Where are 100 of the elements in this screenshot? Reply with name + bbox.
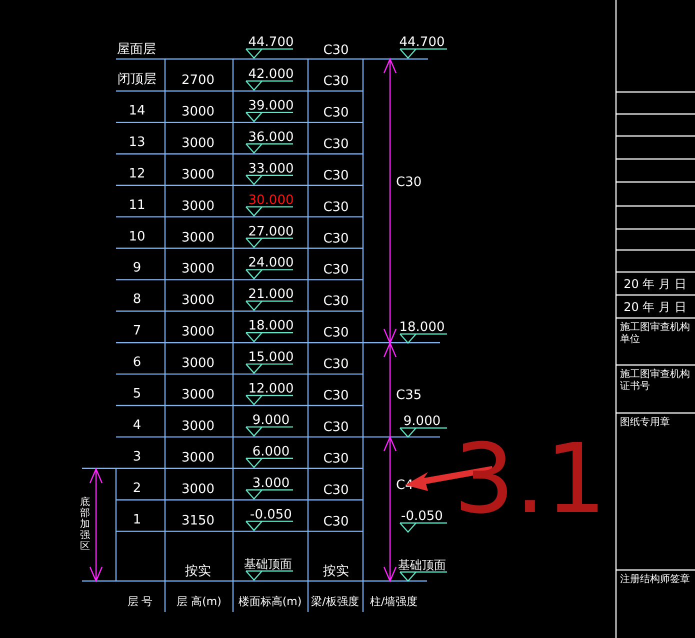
floor-label: 6 [132,355,142,370]
elevation-value: 18.000 [399,320,445,335]
elevation-marker-icon [246,300,293,312]
grade-value: C30 [323,514,349,530]
floor-height: 3000 [181,293,215,308]
floor-label: 9 [132,260,142,276]
elevation-marker-icon [400,522,447,533]
elevation-marker-icon [400,571,447,582]
elevation-value: -0.050 [250,507,292,522]
grade-value: C30 [323,357,349,372]
elevation-value: 基础顶面 [244,557,292,571]
title-block-note: 施工图审查机构证书号 [620,369,691,393]
elevation-marker-icon [246,80,293,91]
grade-value: C30 [323,262,349,278]
elevation-marker-icon [246,570,293,581]
elevation-value: 44.700 [399,35,445,50]
floor-label: 3 [132,449,142,464]
grade-value: C30 [323,74,349,89]
elevation-marker-icon [246,458,293,468]
elevation-value: 12.000 [248,382,294,396]
elevation-value: 36.000 [248,130,294,145]
floor-label: 5 [132,386,142,402]
grade-value: C30 [323,43,349,58]
grade-value: C30 [323,168,349,184]
grade-value: C30 [396,175,422,190]
floor-label: 14 [128,103,146,118]
elevation-marker-icon [246,426,293,437]
elevation-value: -0.050 [401,509,443,524]
elevation-marker-icon [246,143,293,154]
column-header: 梁/板强度 [311,595,359,608]
elevation-marker-icon [246,332,293,342]
floor-height: 3000 [181,324,215,340]
floor-height: 3000 [181,388,215,402]
column-header: 柱/墙强度 [370,595,418,608]
column-header: 层 高(m) [176,595,222,608]
elevation-value: 基础顶面 [398,558,446,572]
elevation-value: 18.000 [248,318,294,334]
floor-height: 3150 [181,513,215,528]
grade-value: C30 [323,326,349,341]
date-field: 20 年 月 日 [624,300,686,314]
floor-label: 1 [132,512,142,528]
elevation-value: 15.000 [248,350,294,366]
floor-height: 3000 [181,167,215,182]
floor-height: 3000 [181,198,215,214]
title-block-note: 施工图审查机构单位 [620,322,691,346]
elevation-marker-icon [246,520,293,532]
floor-height: 按实 [185,564,211,579]
column-header: 层 号 [127,595,153,608]
elevation-value: 27.000 [248,224,294,240]
grade-value: C30 [323,451,349,466]
elevation-marker-icon [246,269,293,280]
elevation-marker-icon [400,48,447,59]
floor-height: 2700 [181,73,215,88]
floor-label: 13 [128,134,146,150]
handwritten-note: 3.1 [454,423,606,535]
grade-value: C30 [323,294,349,310]
elevation-value: 30.000 [248,192,294,208]
elevation-marker-icon [246,174,293,186]
floor-label: 闭顶层 [118,72,156,87]
floor-label: 8 [132,292,142,308]
elevation-value: 6.000 [252,444,290,460]
elevation-value: 9.000 [403,414,441,429]
elevation-value: 21.000 [248,287,294,302]
elevation-value: 42.000 [248,67,294,82]
elevation-marker-icon [246,112,293,122]
elevation-value: 33.000 [248,161,294,176]
grade-value: C30 [323,482,349,498]
floor-height: 3000 [181,356,215,372]
grade-value: C30 [323,388,349,404]
elevation-value: 44.700 [248,35,294,50]
floor-label: 10 [128,229,146,244]
elevation-value: 3.000 [252,476,290,491]
floor-height: 3000 [181,262,215,277]
floor-label: 2 [132,480,142,496]
elevation-marker-icon [246,48,293,59]
floor-label: 11 [128,198,146,213]
elevation-marker-icon [246,238,293,248]
grade-value: C30 [323,420,349,435]
elevation-marker-icon [400,427,447,438]
title-block-note: 注册结构师签章 [620,574,691,586]
floor-label: 7 [132,324,142,339]
elevation-marker-icon [400,333,447,344]
elevation-marker-icon [246,363,293,374]
elevation-marker-icon [246,489,293,500]
grade-value: C30 [323,200,349,215]
date-field: 20 年 月 日 [624,277,686,291]
floor-height: 3000 [181,450,215,466]
floor-label: 屋面层 [117,42,156,57]
elevation-value: 39.000 [248,98,294,114]
floor-height: 3000 [181,230,215,246]
grade-value: C35 [396,388,422,403]
grade-value: C30 [323,105,349,120]
title-block-note: 图纸专用章 [620,417,671,429]
grade-value: C30 [323,231,349,246]
floor-height: 3000 [181,482,215,497]
floor-label: 4 [132,418,142,433]
elevation-value: 9.000 [252,412,290,428]
elevation-marker-icon [246,394,293,406]
floor-label: 12 [128,166,146,182]
column-header: 楼面标高(m) [238,595,302,608]
